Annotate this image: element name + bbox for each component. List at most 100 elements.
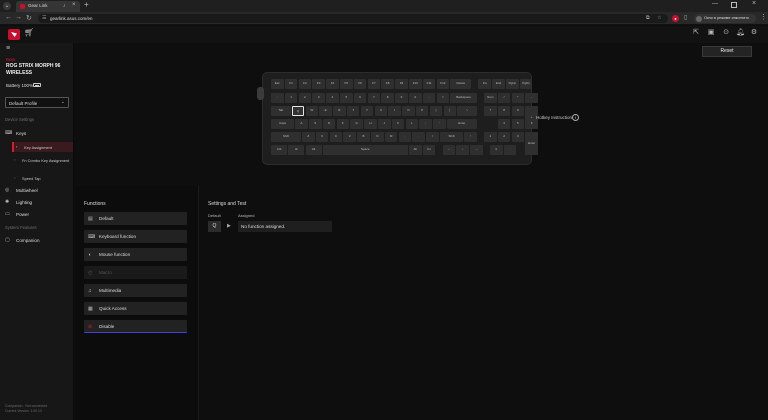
- new-tab-icon[interactable]: +: [84, 0, 89, 9]
- settings-gear-icon[interactable]: ⚙: [750, 29, 758, 37]
- key-num[interactable]: Num: [484, 93, 497, 103]
- key-c[interactable]: C: [329, 132, 343, 142]
- key-fn[interactable]: Fn: [422, 145, 436, 155]
- key-backspace[interactable]: Backspace: [450, 93, 477, 103]
- browser-menu-icon[interactable]: ⋮: [760, 13, 767, 21]
- translate-icon[interactable]: ⧉: [646, 15, 650, 21]
- key-1[interactable]: 1: [484, 132, 497, 142]
- key-end[interactable]: End: [492, 79, 505, 89]
- key-f8[interactable]: F8: [381, 79, 394, 89]
- sidebar-item-lighting[interactable]: ✺ Lighting: [0, 197, 73, 207]
- key-1[interactable]: 1: [284, 93, 298, 103]
- key-alt[interactable]: Alt: [305, 145, 322, 155]
- function-quick-access[interactable]: ▦ Quick Access: [84, 302, 187, 315]
- minimize-icon[interactable]: —: [712, 1, 718, 7]
- extension-icon[interactable]: ●: [672, 15, 679, 22]
- maximize-icon[interactable]: [731, 2, 737, 8]
- back-icon[interactable]: ←: [5, 14, 12, 21]
- incognito-profile-chip[interactable]: Окно в режиме инкогнито: [694, 14, 756, 23]
- key-delete[interactable]: Delete: [450, 79, 472, 89]
- key-f7[interactable]: F7: [367, 79, 381, 89]
- key-ctrl[interactable]: Ctrl: [271, 145, 288, 155]
- key-j[interactable]: J: [377, 119, 391, 129]
- info-icon[interactable]: i: [572, 114, 579, 121]
- key-symbol-5-8[interactable]: →: [470, 145, 483, 155]
- key-symbol-5-10[interactable]: .: [503, 145, 517, 155]
- multiwheel-knob[interactable]: [257, 87, 264, 100]
- key-h[interactable]: H: [364, 119, 377, 129]
- key-5[interactable]: 5: [340, 93, 353, 103]
- export-icon[interactable]: ⇱: [692, 29, 700, 37]
- key-tab[interactable]: Tab: [271, 106, 291, 116]
- key-7[interactable]: 7: [484, 106, 497, 116]
- function-multimedia[interactable]: ♫ Multimedia: [84, 284, 187, 297]
- key-n[interactable]: N: [371, 132, 384, 142]
- browser-tab[interactable]: Gear Link ♪ ×: [16, 1, 80, 12]
- key-symbol-1-12[interactable]: =: [436, 93, 450, 103]
- key-w[interactable]: W: [305, 106, 319, 116]
- tab-search-icon[interactable]: ⌄: [3, 2, 11, 10]
- key-v[interactable]: V: [343, 132, 357, 142]
- sidebar-item-key-assignment[interactable]: ▪ Key Assignment: [12, 142, 73, 152]
- key-r[interactable]: R: [333, 106, 346, 116]
- key-f12[interactable]: F12: [436, 79, 450, 89]
- key-enter[interactable]: Enter: [525, 132, 538, 155]
- key-m[interactable]: M: [384, 132, 398, 142]
- window-icon[interactable]: ▣: [707, 29, 715, 37]
- key-y[interactable]: Y: [360, 106, 374, 116]
- key-q[interactable]: Q: [291, 106, 305, 116]
- key-d[interactable]: D: [322, 119, 336, 129]
- key-shift[interactable]: Shift: [440, 132, 463, 142]
- sidebar-item-speed-tap[interactable]: ▫ Speed Tap: [12, 173, 73, 183]
- key-symbol-5-7[interactable]: ↓: [456, 145, 469, 155]
- audio-icon[interactable]: ♪: [63, 3, 66, 9]
- tab-close-icon[interactable]: ×: [72, 2, 76, 8]
- support-icon[interactable]: ⊙: [722, 29, 730, 37]
- key-f3[interactable]: F3: [312, 79, 325, 89]
- key-2[interactable]: 2: [298, 93, 312, 103]
- key-symbol-5-6[interactable]: ←: [442, 145, 456, 155]
- key-k[interactable]: K: [391, 119, 405, 129]
- side-panel-icon[interactable]: ▯: [684, 14, 687, 21]
- key-e[interactable]: E: [319, 106, 332, 116]
- key-3[interactable]: 3: [511, 132, 525, 142]
- key-symbol-1-17[interactable]: -: [525, 93, 538, 103]
- bookmark-icon[interactable]: ☆: [657, 15, 661, 21]
- key-z[interactable]: Z: [302, 132, 315, 142]
- key-f6[interactable]: F6: [353, 79, 367, 89]
- key-a[interactable]: A: [295, 119, 308, 129]
- window-close-icon[interactable]: ×: [752, 0, 756, 7]
- key-symbol-2-12[interactable]: ]: [443, 106, 457, 116]
- key-space[interactable]: Space: [322, 145, 408, 155]
- key-p[interactable]: P: [415, 106, 429, 116]
- key-b[interactable]: B: [357, 132, 370, 142]
- sidebar-item-companion[interactable]: ▢ Companion: [0, 235, 73, 245]
- notification-bell-icon[interactable]: 🔔︎: [736, 29, 745, 37]
- key-f2[interactable]: F2: [298, 79, 312, 89]
- profile-select[interactable]: Default Profile ⌄: [5, 97, 69, 108]
- url-text[interactable]: gearlink.asus.com/en: [50, 16, 93, 21]
- key-8[interactable]: 8: [497, 106, 511, 116]
- key-symbol-1-16[interactable]: *: [511, 93, 525, 103]
- rog-logo-icon[interactable]: [8, 29, 20, 40]
- cart-icon[interactable]: 🛒︎: [24, 28, 34, 37]
- key-5[interactable]: 5: [511, 119, 525, 129]
- key-f4[interactable]: F4: [326, 79, 339, 89]
- key-f10[interactable]: F10: [409, 79, 422, 89]
- sidebar-item-fn-combo[interactable]: ▫ Fn Combo Key Assignment: [12, 155, 73, 170]
- key-ins[interactable]: Ins: [478, 79, 492, 89]
- key-alt[interactable]: Alt: [409, 145, 422, 155]
- function-mouse-function[interactable]: ◖ Mouse function: [84, 248, 187, 261]
- key-symbol-1-11[interactable]: -: [422, 93, 436, 103]
- key-shift[interactable]: Shift: [271, 132, 301, 142]
- key-6[interactable]: 6: [525, 119, 538, 129]
- key-4[interactable]: 4: [497, 119, 511, 129]
- key-4[interactable]: 4: [326, 93, 339, 103]
- hamburger-icon[interactable]: ≡: [6, 45, 10, 52]
- key-3[interactable]: 3: [312, 93, 325, 103]
- site-info-icon[interactable]: ☰: [42, 15, 46, 21]
- reset-button[interactable]: Reset: [702, 46, 752, 57]
- key-caps[interactable]: Caps: [271, 119, 294, 129]
- key-0[interactable]: 0: [409, 93, 422, 103]
- key-2[interactable]: 2: [497, 132, 511, 142]
